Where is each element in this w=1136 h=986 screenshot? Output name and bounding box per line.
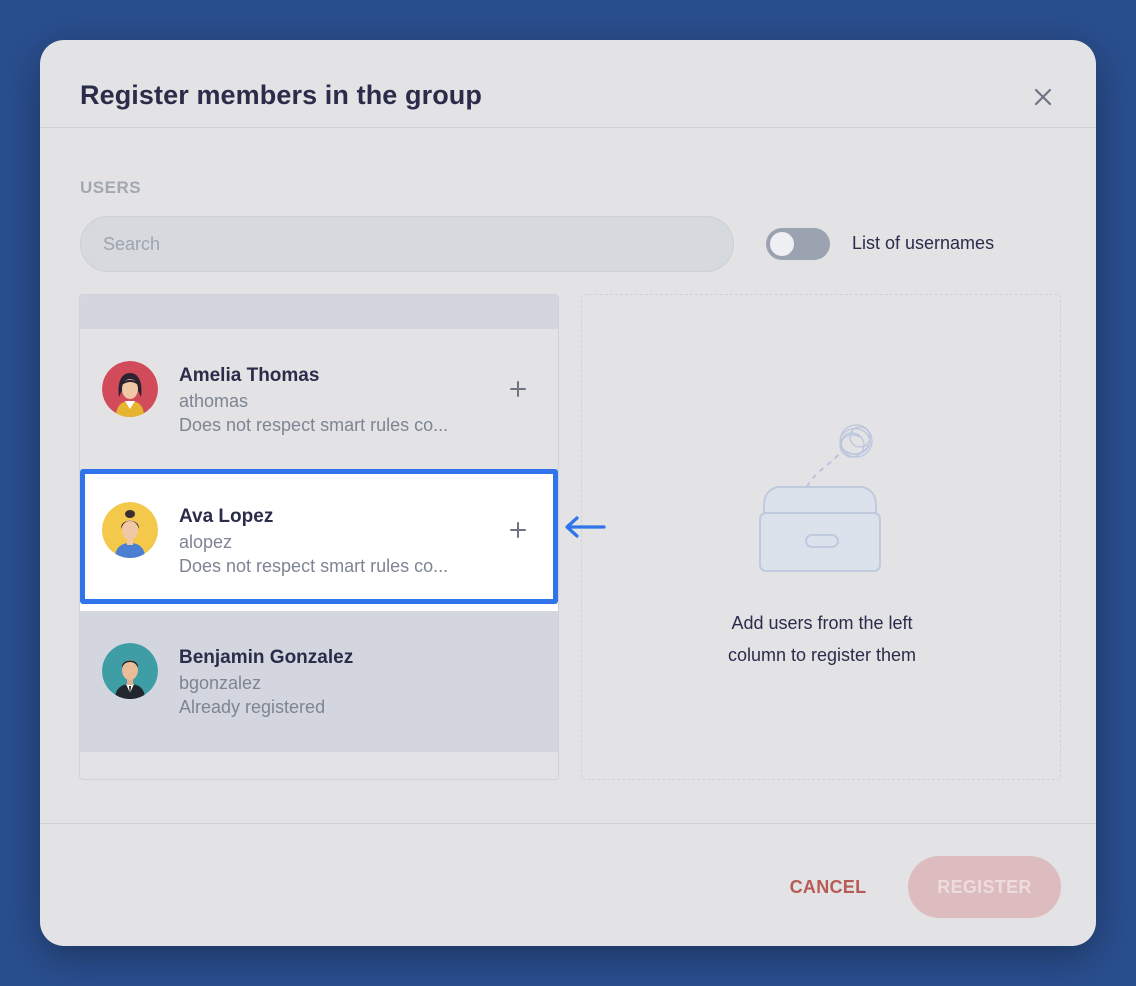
user-row[interactable]: Amelia Thomas athomas Does not respect s…	[80, 329, 558, 470]
register-button[interactable]: REGISTER	[908, 856, 1061, 918]
selected-users-dropzone: Add users from the left column to regist…	[581, 294, 1061, 780]
user-username: athomas	[179, 391, 249, 411]
user-status: Already registered	[179, 697, 326, 717]
avatar	[102, 643, 158, 699]
toggle-knob	[770, 232, 794, 256]
footer-divider	[40, 823, 1096, 824]
user-list: Amelia Thomas athomas Does not respect s…	[79, 294, 559, 780]
user-name: Ava Lopez	[179, 506, 274, 527]
dropzone-hint-line1: Add users from the left	[731, 613, 913, 633]
plus-icon	[510, 381, 526, 397]
user-status: Does not respect smart rules co...	[179, 415, 449, 435]
users-section-label: USERS	[80, 178, 142, 197]
dialog-title: Register members in the group	[80, 80, 482, 110]
user-username: alopez	[179, 532, 233, 552]
user-name: Benjamin Gonzalez	[179, 647, 354, 668]
avatar	[102, 502, 158, 558]
empty-drawer-icon	[736, 415, 896, 575]
dropzone-hint: Add users from the left column to regist…	[672, 607, 972, 671]
user-row[interactable]: Ava Lopez alopez Does not respect smart …	[80, 470, 558, 611]
arrow-left-icon	[562, 514, 608, 540]
toggle-label: List of usernames	[852, 233, 995, 253]
register-members-dialog: Register members in the group USERS List…	[40, 40, 1096, 946]
list-header	[80, 295, 558, 329]
close-button[interactable]	[1028, 82, 1058, 112]
dropzone-hint-line2: column to register them	[727, 645, 917, 665]
user-status: Does not respect smart rules co...	[179, 556, 449, 576]
plus-icon	[510, 522, 526, 538]
avatar	[102, 361, 158, 417]
dialog-header: Register members in the group	[40, 40, 1096, 128]
close-icon	[1034, 88, 1052, 106]
add-user-button[interactable]	[504, 375, 532, 403]
user-row: Benjamin Gonzalez bgonzalez Already regi…	[80, 611, 558, 752]
search-input[interactable]	[80, 216, 734, 272]
add-user-button[interactable]	[504, 516, 532, 544]
usernames-list-toggle[interactable]	[766, 228, 830, 260]
user-name: Amelia Thomas	[179, 365, 320, 386]
user-username: bgonzalez	[179, 673, 262, 693]
cancel-button[interactable]: CANCEL	[778, 856, 878, 918]
